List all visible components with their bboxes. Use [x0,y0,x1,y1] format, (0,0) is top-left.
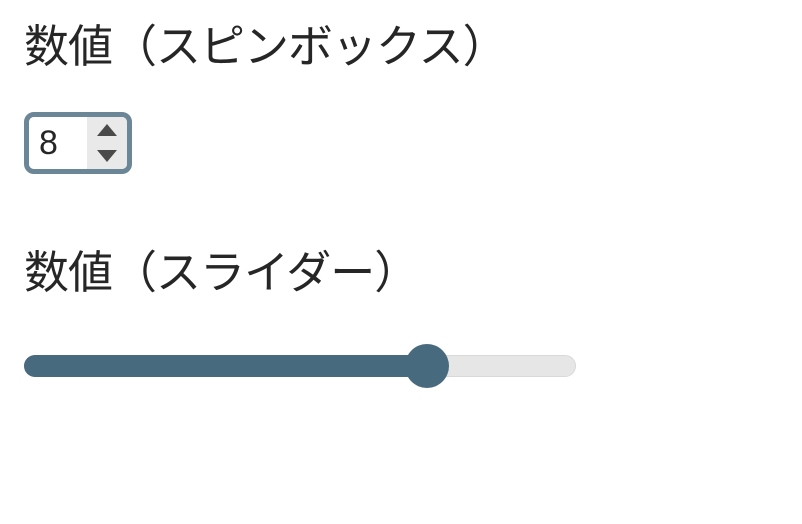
spinbox-value[interactable]: 8 [29,117,87,169]
spinbox-step-up[interactable] [87,117,127,143]
slider[interactable] [24,346,576,386]
chevron-down-icon [97,150,117,162]
slider-label: 数値（スライダー） [24,246,778,300]
slider-row [24,346,778,386]
slider-track-fill [24,355,427,377]
spinbox[interactable]: 8 [24,112,132,174]
spinbox-step-down[interactable] [87,143,127,169]
spinbox-steppers [87,117,127,169]
spinbox-label: 数値（スピンボックス） [24,20,778,74]
spinbox-section: 数値（スピンボックス） 8 [24,20,778,174]
slider-thumb[interactable] [405,344,449,388]
spinbox-row: 8 [24,112,778,174]
chevron-up-icon [97,124,117,136]
slider-section: 数値（スライダー） [24,246,778,386]
